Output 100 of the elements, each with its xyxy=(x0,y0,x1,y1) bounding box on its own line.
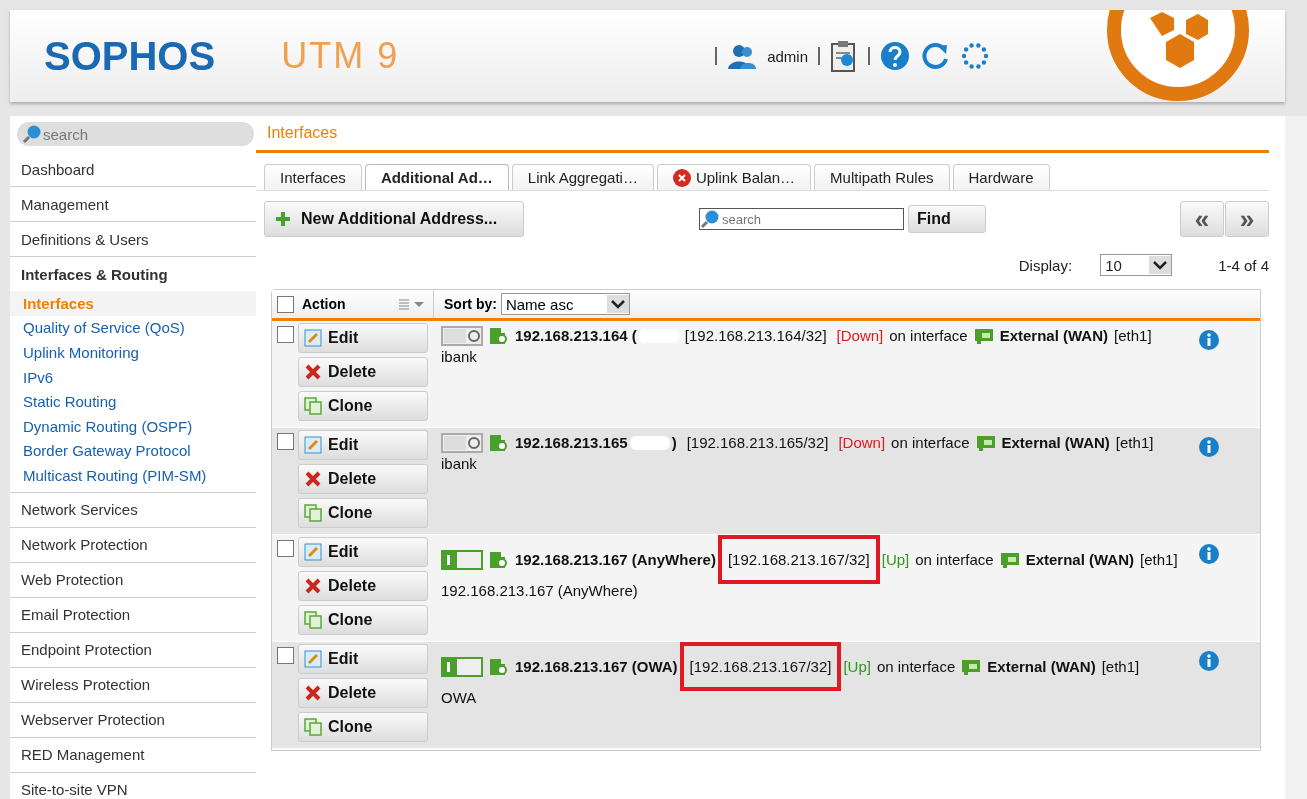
new-address-button[interactable]: New Additional Address... xyxy=(264,201,524,237)
address-name: 192.168.213.167 (AnyWhere) xyxy=(515,551,716,568)
username-link[interactable]: admin xyxy=(767,47,808,65)
interface-icon xyxy=(973,327,994,344)
row-action-button[interactable]: Clone xyxy=(298,498,428,528)
display-dropdown[interactable]: 10 xyxy=(1100,254,1173,276)
comment-text: ibank xyxy=(441,348,478,365)
refresh-icon[interactable] xyxy=(920,41,950,71)
row-checkbox[interactable] xyxy=(277,326,294,343)
sidebar-subitem[interactable]: Border Gateway Protocol xyxy=(10,438,256,464)
pencil-icon xyxy=(304,650,322,668)
interface-name: External (WAN) xyxy=(1001,434,1110,451)
row-checkbox[interactable] xyxy=(277,540,294,557)
toggle-switch[interactable] xyxy=(441,432,483,453)
row-action-button[interactable]: Edit xyxy=(298,644,428,674)
copy-icon xyxy=(304,397,322,415)
sort-dropdown[interactable]: Name asc xyxy=(500,293,630,315)
comment-text: 192.168.213.167 (AnyWhere) xyxy=(441,582,639,599)
network-card-icon xyxy=(489,326,509,345)
sidebar-subitem[interactable]: IPv6 xyxy=(10,364,256,390)
interface-label: on interface xyxy=(891,434,970,451)
clipboard-icon[interactable] xyxy=(830,40,858,72)
help-icon[interactable] xyxy=(880,41,910,71)
list-menu-icon[interactable] xyxy=(399,298,425,310)
row-action-button[interactable]: Delete xyxy=(298,678,428,708)
address-name-end: ) xyxy=(671,434,677,451)
copy-icon xyxy=(304,504,322,522)
user-icon[interactable] xyxy=(727,42,758,70)
interface-label: on interface xyxy=(876,658,956,675)
page-title: Interfaces xyxy=(267,124,338,142)
row-action-button[interactable]: Clone xyxy=(298,391,428,421)
status-text: [Up] xyxy=(881,551,910,568)
result-count: 1-4 of 4 xyxy=(1218,256,1269,274)
tab[interactable]: Link Aggregati… xyxy=(511,164,654,190)
status-text: [Down] xyxy=(838,434,886,451)
loading-icon xyxy=(960,41,990,71)
delete-icon xyxy=(304,363,322,381)
row-action-button[interactable]: Delete xyxy=(298,571,428,601)
interface-label: on interface xyxy=(889,327,968,344)
network-card-icon xyxy=(489,433,509,452)
tab[interactable]: Multipath Rules xyxy=(814,164,950,190)
tab[interactable]: Hardware xyxy=(952,164,1050,190)
row-action-button[interactable]: Edit xyxy=(298,537,428,567)
sort-label: Sort by: xyxy=(444,296,497,312)
row-action-button[interactable]: Clone xyxy=(298,712,428,742)
toggle-switch[interactable] xyxy=(441,656,483,677)
sidebar-subitem[interactable]: Quality of Service (QoS) xyxy=(10,315,256,341)
port-name: [eth1] xyxy=(1140,551,1178,568)
row-action-button[interactable]: Delete xyxy=(298,464,428,494)
search-field[interactable]: search xyxy=(17,122,254,146)
ip-address: [192.168.213.165/32] xyxy=(685,433,830,453)
display-label: Display: xyxy=(1018,256,1073,274)
row-action-button[interactable]: Edit xyxy=(298,430,428,460)
search-icon xyxy=(22,124,42,144)
interface-name: External (WAN) xyxy=(999,327,1108,344)
interface-label: on interface xyxy=(915,551,994,568)
search-field[interactable]: search xyxy=(699,208,904,230)
info-icon[interactable] xyxy=(1199,330,1219,350)
interface-name: External (WAN) xyxy=(987,658,1096,675)
sidebar-subitem[interactable]: Multicast Routing (PIM-SM) xyxy=(10,463,256,488)
toggle-switch[interactable] xyxy=(441,325,483,346)
port-name: [eth1] xyxy=(1115,434,1154,451)
status-text: [Up] xyxy=(843,658,871,675)
comment-text: OWA xyxy=(441,689,478,706)
column-header: Action xyxy=(302,296,346,312)
row-action-button[interactable]: Edit xyxy=(298,323,428,353)
row-checkbox[interactable] xyxy=(277,647,294,664)
find-button[interactable]: Find xyxy=(908,205,986,233)
tab[interactable]: Uplink Balan… xyxy=(656,164,812,190)
caret-icon xyxy=(606,295,629,313)
info-icon[interactable] xyxy=(1199,437,1219,457)
interface-icon xyxy=(961,658,982,675)
pencil-icon xyxy=(304,436,322,454)
pencil-icon xyxy=(304,329,322,347)
sidebar-subitem[interactable]: Dynamic Routing (OSPF) xyxy=(10,413,256,439)
search-icon xyxy=(700,209,720,229)
interface-icon xyxy=(975,434,996,451)
port-name: [eth1] xyxy=(1114,327,1152,344)
select-all-checkbox[interactable] xyxy=(277,295,294,313)
next-page-button[interactable]: » xyxy=(1225,201,1269,237)
row-action-button[interactable]: Delete xyxy=(298,357,428,387)
copy-icon xyxy=(304,611,322,629)
status-text: [Down] xyxy=(836,327,884,344)
tab[interactable]: Interfaces xyxy=(264,164,362,190)
sidebar-subitem[interactable]: Static Routing xyxy=(10,389,256,414)
ip-address: [192.168.213.164/32] xyxy=(683,326,828,346)
plus-icon xyxy=(275,211,291,227)
previous-page-button[interactable]: « xyxy=(1180,201,1224,237)
toggle-switch[interactable] xyxy=(441,549,483,570)
delete-icon xyxy=(304,577,322,595)
sidebar-subitem[interactable]: Uplink Monitoring xyxy=(10,340,256,365)
port-name: [eth1] xyxy=(1101,658,1140,675)
comment-text: ibank xyxy=(441,455,478,472)
sophos-logo: SOPHOS xyxy=(44,33,216,79)
info-icon[interactable] xyxy=(1199,544,1219,564)
row-action-button[interactable]: Clone xyxy=(298,605,428,635)
tab[interactable]: Additional Ad… xyxy=(364,164,509,190)
row-checkbox[interactable] xyxy=(277,433,294,450)
info-icon[interactable] xyxy=(1199,651,1219,671)
scrollbar-track[interactable] xyxy=(1285,116,1307,799)
